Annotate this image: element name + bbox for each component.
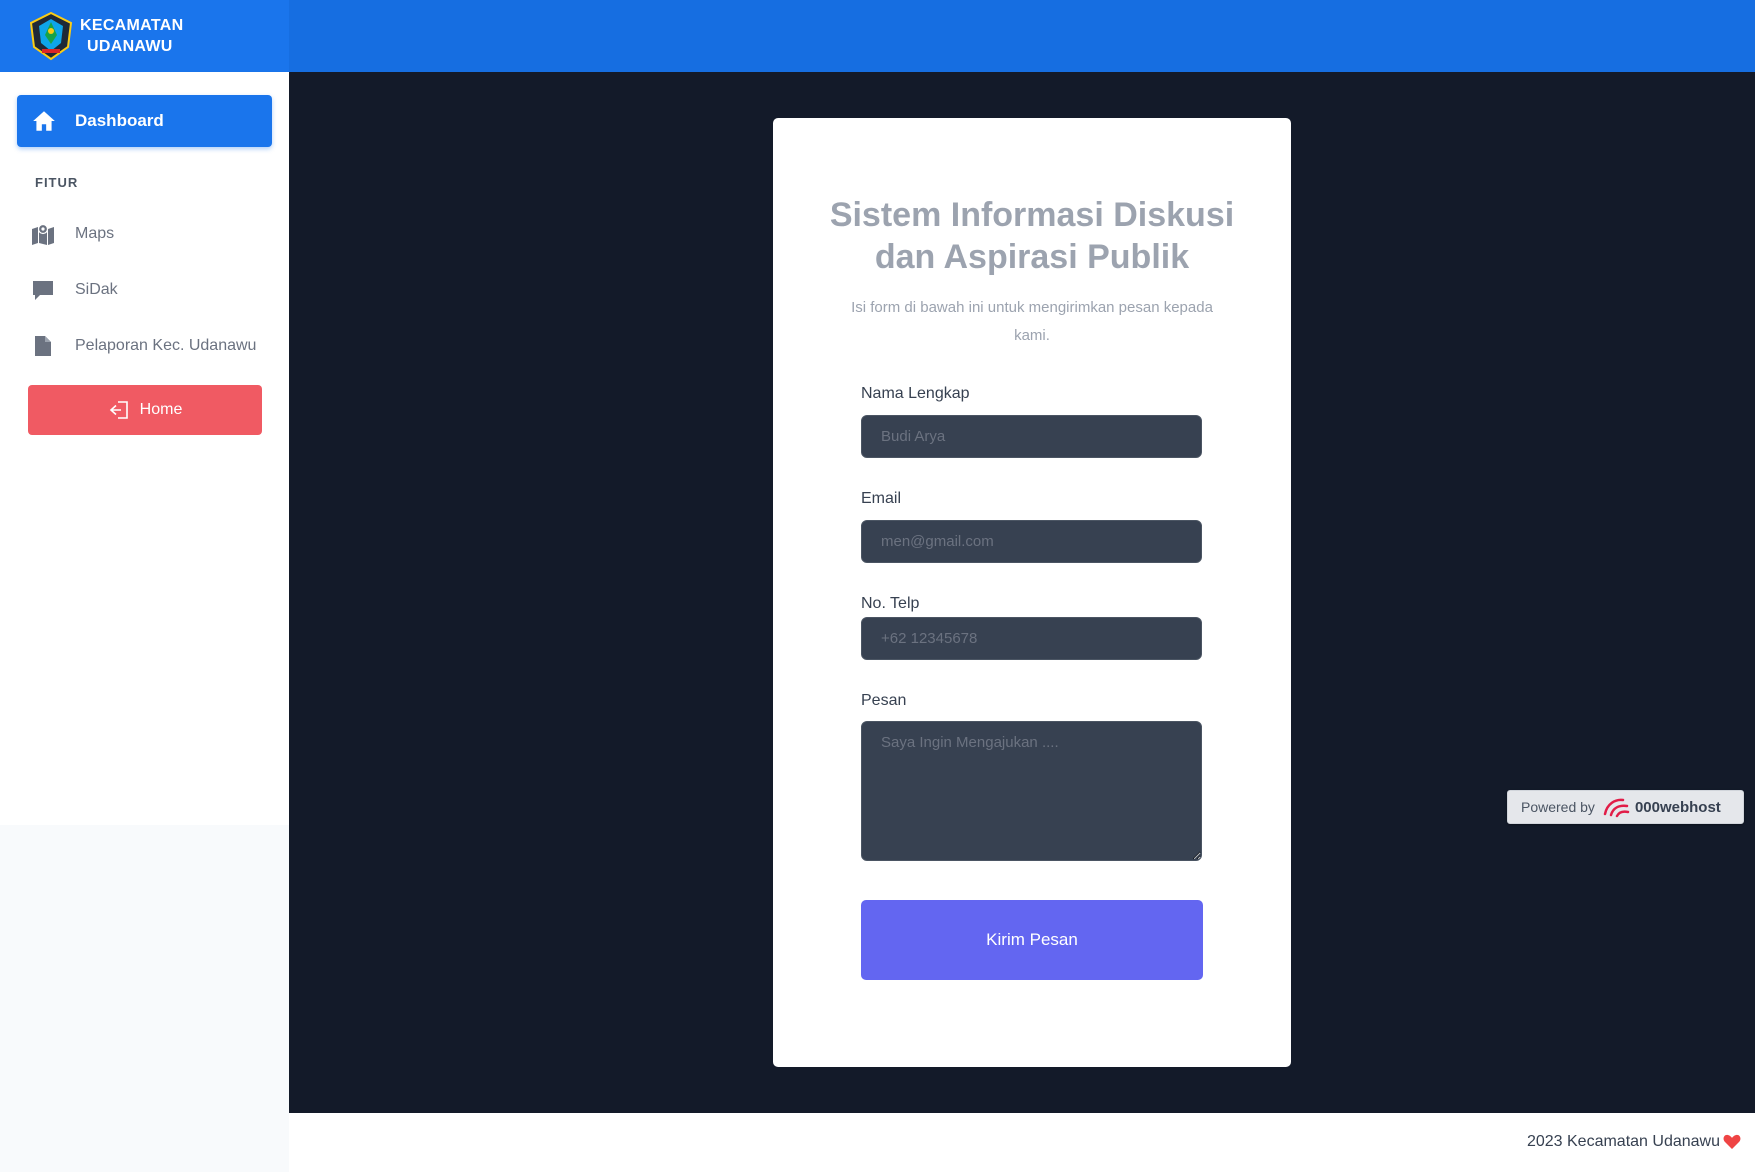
powered-by-badge[interactable]: Powered by 000webhost: [1507, 790, 1744, 824]
sidebar-item-label: Pelaporan Kec. Udanawu: [75, 337, 257, 354]
brand[interactable]: KECAMATAN UDANAWU: [0, 0, 289, 72]
footer-text: 2023 Kecamatan Udanawu: [1526, 1133, 1720, 1150]
webhost-name: 000webhost: [1634, 798, 1721, 816]
title-line-2: dan Aspirasi Publik: [874, 238, 1190, 276]
phone-label: No. Telp: [861, 595, 920, 612]
email-label: Email: [861, 490, 902, 507]
name-input[interactable]: [861, 415, 1202, 458]
message-textarea[interactable]: [861, 721, 1202, 861]
section-title-fitur: FITUR: [35, 175, 79, 190]
sidebar-lower-area: [0, 825, 289, 1172]
chat-icon: [30, 277, 56, 303]
page-title: Sistem Informasi Diskusi dan Aspirasi Pu…: [773, 194, 1291, 278]
sidebar-item-dashboard[interactable]: Dashboard: [17, 95, 272, 147]
heart-icon: [1723, 1134, 1741, 1149]
main-content: Sistem Informasi Diskusi dan Aspirasi Pu…: [289, 72, 1755, 1113]
form-subtitle: Isi form di bawah ini untuk mengirimkan …: [851, 299, 1213, 344]
brand-line1: KECAMATAN: [80, 17, 184, 34]
map-icon: [30, 221, 56, 247]
home-icon: [33, 111, 55, 131]
name-label: Nama Lengkap: [861, 385, 970, 402]
sidebar-item-label: SiDak: [75, 281, 118, 298]
sign-in-icon: [109, 401, 128, 419]
title-line-1: Sistem Informasi Diskusi: [829, 196, 1235, 234]
file-icon: [30, 333, 56, 359]
home-label: Home: [139, 401, 183, 418]
footer: 2023 Kecamatan Udanawu: [289, 1113, 1755, 1172]
kecamatan-emblem-icon: [29, 11, 73, 61]
sidebar-item-maps[interactable]: Maps: [30, 219, 280, 249]
submit-button[interactable]: Kirim Pesan: [861, 900, 1203, 980]
message-label: Pesan: [861, 692, 907, 709]
brand-line2: UDANAWU: [87, 38, 173, 55]
webhost-logo-icon: [1603, 798, 1630, 818]
footer-credit: 2023 Kecamatan Udanawu: [1527, 1133, 1741, 1151]
powered-by-label: Powered by: [1521, 799, 1595, 815]
sidebar: Dashboard FITUR Maps SiDak Pelaporan Kec…: [0, 72, 289, 825]
dashboard-label: Dashboard: [75, 111, 164, 130]
phone-input[interactable]: [861, 617, 1202, 660]
sidebar-item-label: Maps: [75, 225, 115, 242]
sidebar-item-pelaporan[interactable]: Pelaporan Kec. Udanawu: [30, 331, 280, 361]
sidebar-item-sidak[interactable]: SiDak: [30, 275, 280, 305]
email-input[interactable]: [861, 520, 1202, 563]
home-button[interactable]: Home: [28, 385, 262, 435]
aspiration-form-card: Sistem Informasi Diskusi dan Aspirasi Pu…: [773, 118, 1291, 1067]
